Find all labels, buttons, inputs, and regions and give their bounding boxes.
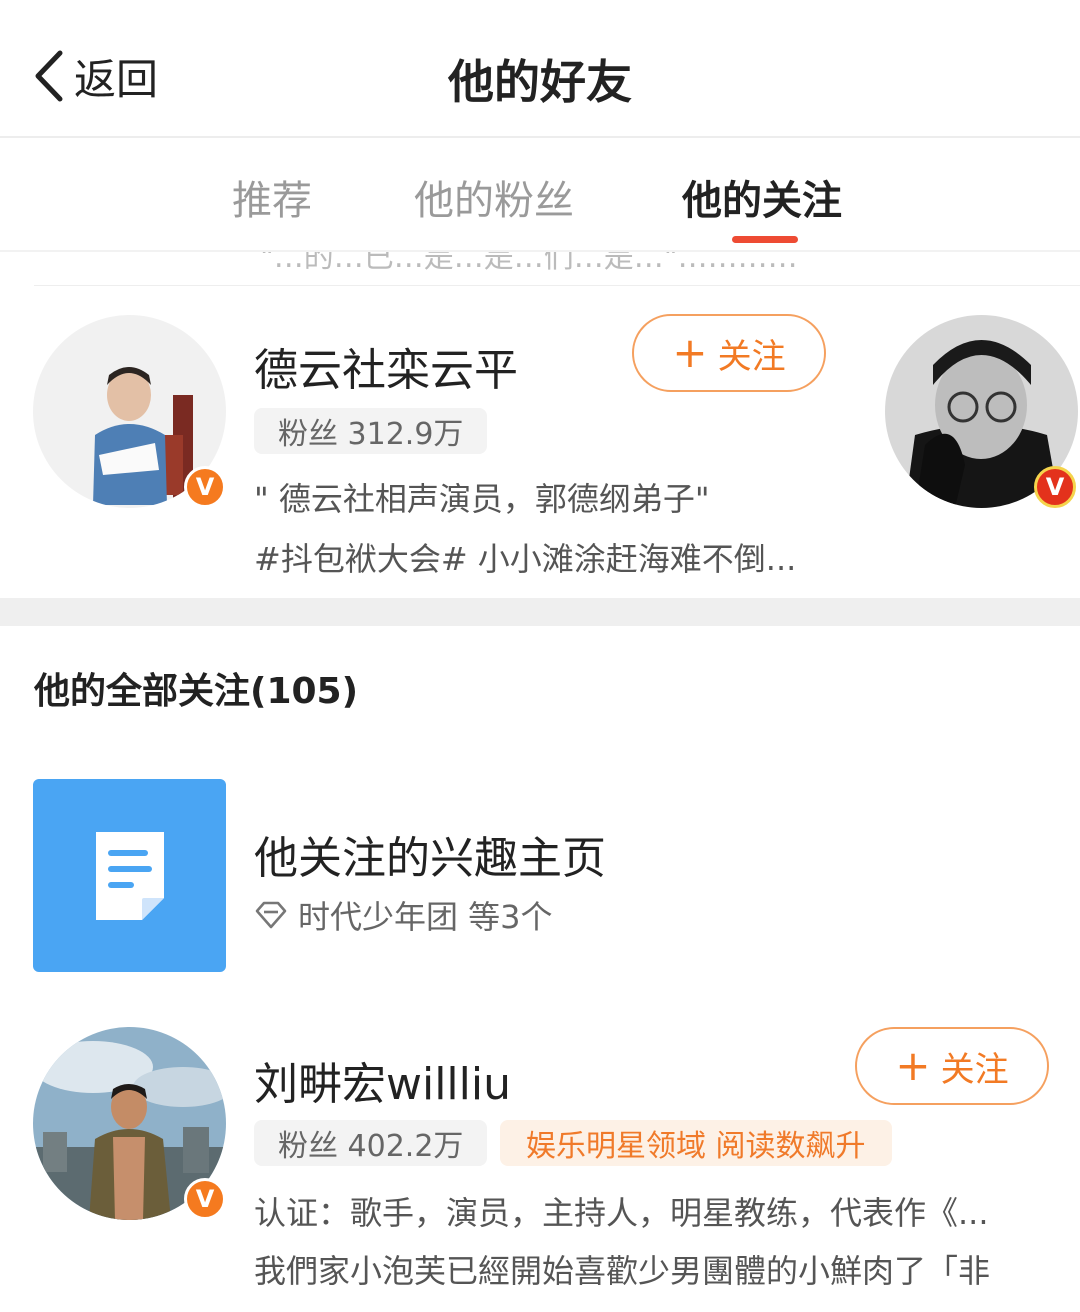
interest-page-tile[interactable]: [33, 779, 226, 972]
user-name[interactable]: 刘畊宏willliu: [254, 1048, 511, 1112]
verified-v-icon: V: [184, 466, 226, 508]
tab-bar: 推荐 他的粉丝 他的关注: [0, 140, 1080, 252]
plus-icon: +: [672, 328, 708, 377]
tab-following[interactable]: 他的关注: [682, 168, 842, 226]
user-latest-post: 我們家小泡芙已經開始喜歡少男團體的小鮮肉了「非: [254, 1252, 991, 1290]
follow-label: 关注: [717, 336, 786, 377]
interest-page-subtitle: 时代少年团 等3个: [254, 892, 553, 938]
fans-count-badge: 粉丝 312.9万: [254, 408, 488, 454]
fans-count-badge: 粉丝 402.2万: [254, 1120, 488, 1166]
verified-v-icon: V: [184, 1178, 226, 1220]
page-title: 他的好友: [448, 55, 632, 109]
follow-label: 关注: [940, 1049, 1009, 1090]
diamond-icon: [255, 901, 287, 929]
user-description: " 德云社相声演员，郭德纲弟子": [254, 480, 710, 518]
verified-v-icon: V: [1034, 466, 1076, 508]
user-latest-post: #抖包袱大会# 小小滩涂赶海难不倒...: [254, 540, 797, 578]
trending-tag: 娱乐明星领域 阅读数飙升: [500, 1120, 892, 1166]
nav-header: 返回 他的好友: [0, 0, 1080, 138]
interest-page-title[interactable]: 他关注的兴趣主页: [254, 822, 606, 886]
user-name[interactable]: 德云社栾云平: [254, 334, 518, 398]
follow-button[interactable]: + 关注: [632, 314, 826, 392]
follow-button[interactable]: + 关注: [855, 1027, 1049, 1105]
section-separator: [0, 598, 1080, 626]
tab-recommend[interactable]: 推荐: [232, 168, 312, 226]
tab-followers[interactable]: 他的粉丝: [414, 168, 574, 226]
plus-icon: +: [895, 1041, 931, 1090]
active-tab-indicator: [732, 236, 798, 243]
interest-page-summary: 时代少年团 等3个: [298, 898, 553, 936]
user-certification: 认证：歌手，演员，主持人，明星教练，代表作《...: [254, 1194, 989, 1232]
all-following-title: 他的全部关注(105): [34, 671, 359, 712]
divider: [34, 285, 1080, 286]
document-icon: [95, 831, 164, 920]
